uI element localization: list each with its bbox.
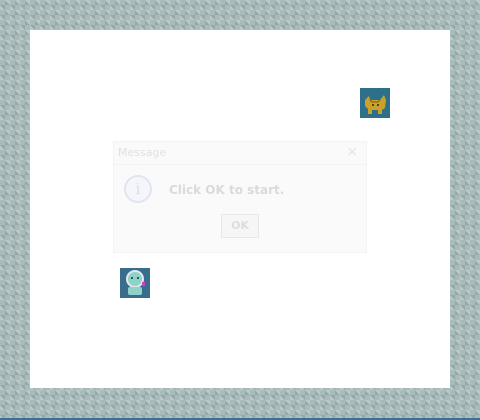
dialog-message: Click OK to start. [169, 183, 285, 197]
cat-icon [360, 88, 390, 118]
player-sprite [120, 268, 150, 298]
game-window: Message × i Click OK to start. OK [0, 0, 480, 420]
cat-sprite [360, 88, 390, 118]
dialog-title: Message [118, 146, 167, 159]
player-icon [120, 268, 150, 298]
dialog-titlebar: Message × [114, 142, 366, 165]
info-icon: i [124, 175, 152, 203]
ok-button[interactable]: OK [221, 214, 259, 238]
close-icon[interactable]: × [346, 144, 358, 160]
message-dialog: Message × i Click OK to start. OK [113, 141, 367, 253]
